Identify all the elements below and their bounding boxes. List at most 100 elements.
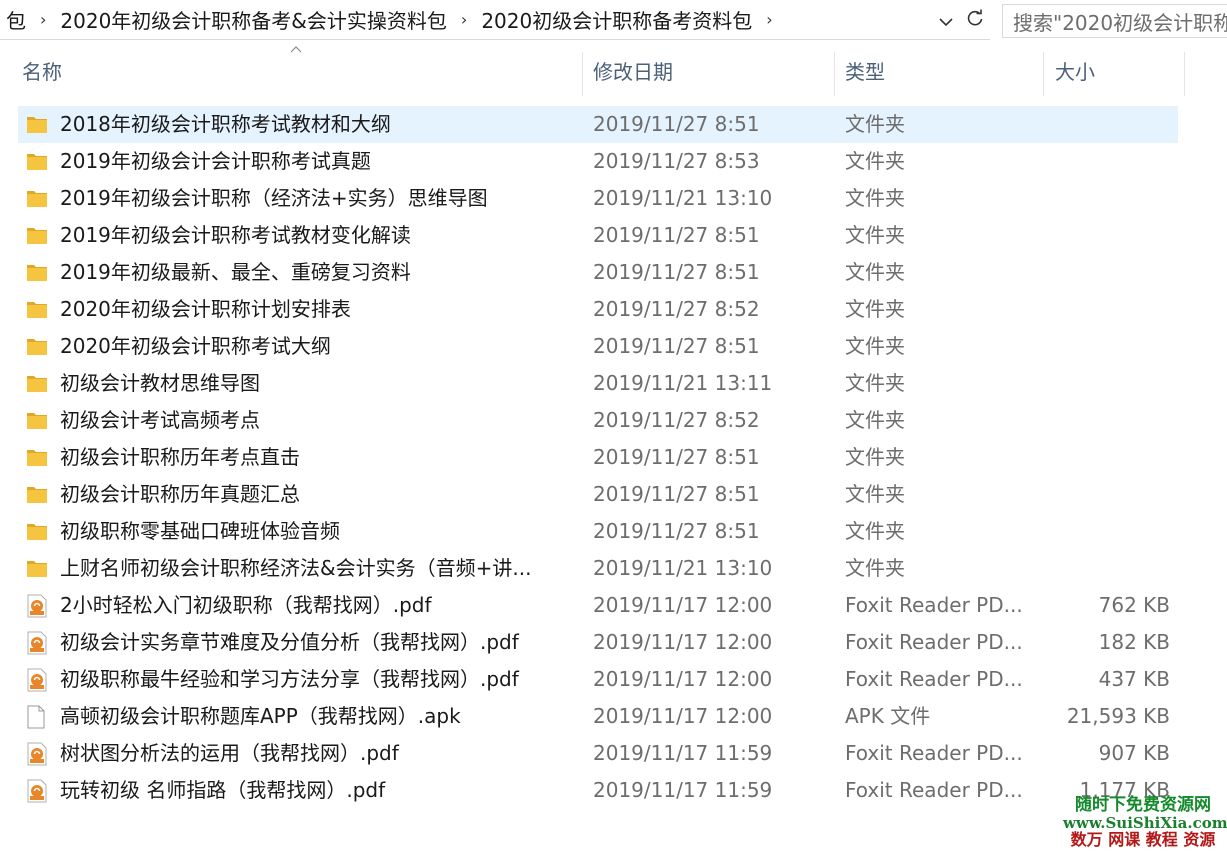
- address-bar[interactable]: 包 › 2020年初级会计职称备考&会计实操资料包 › 2020初级会计职称备考…: [0, 0, 990, 40]
- file-date: 2019/11/27 8:51: [593, 445, 760, 469]
- file-row[interactable]: 2小时轻松入门初级职称（我帮找网）.pdf 2019/11/17 12:00 Fox…: [18, 587, 1178, 624]
- column-divider[interactable]: [834, 52, 835, 96]
- folder-row[interactable]: 上财名师初级会计职称经济法&会计实务（音频+讲... 2019/11/21 13:…: [18, 550, 1178, 587]
- column-divider[interactable]: [1184, 52, 1185, 96]
- breadcrumb-separator-icon[interactable]: ›: [453, 10, 475, 29]
- file-name: 初级职称零基础口碑班体验音频: [60, 519, 340, 543]
- file-type: 文件夹: [845, 371, 905, 395]
- pdf-icon: [26, 631, 48, 655]
- file-row[interactable]: 初级会计实务章节难度及分值分析（我帮找网）.pdf 2019/11/17 12:0…: [18, 624, 1178, 661]
- file-type: 文件夹: [845, 482, 905, 506]
- file-date: 2019/11/27 8:51: [593, 223, 760, 247]
- file-date: 2019/11/27 8:52: [593, 297, 760, 321]
- column-divider[interactable]: [1043, 52, 1044, 96]
- file-date: 2019/11/21 13:11: [593, 371, 773, 395]
- folder-icon: [26, 150, 48, 174]
- column-header-type[interactable]: 类型: [845, 44, 1040, 96]
- column-header-size[interactable]: 大小: [1055, 44, 1175, 96]
- file-type: 文件夹: [845, 408, 905, 432]
- file-name: 初级会计考试高频考点: [60, 408, 260, 432]
- folder-icon: [26, 335, 48, 359]
- column-header-name[interactable]: 名称: [22, 44, 582, 96]
- folder-row[interactable]: 2019年初级会计会计职称考试真题 2019/11/27 8:53 文件夹: [18, 143, 1178, 180]
- column-divider[interactable]: [582, 52, 583, 96]
- folder-row[interactable]: 初级会计教材思维导图 2019/11/21 13:11 文件夹: [18, 365, 1178, 402]
- search-input[interactable]: 搜索"2020初级会计职称: [1002, 4, 1227, 38]
- column-header-row: 名称 修改日期 类型 大小: [0, 44, 1227, 96]
- folder-row[interactable]: 2019年初级会计职称（经济法+实务）思维导图 2019/11/21 13:10 文…: [18, 180, 1178, 217]
- folder-icon: [26, 446, 48, 470]
- file-row[interactable]: 玩转初级 名师指路（我帮找网）.pdf 2019/11/17 11:59 Foxit…: [18, 772, 1178, 809]
- folder-row[interactable]: 初级会计考试高频考点 2019/11/27 8:52 文件夹: [18, 402, 1178, 439]
- file-name: 高顿初级会计职称题库APP（我帮找网）.apk: [60, 704, 461, 728]
- breadcrumb-separator-icon[interactable]: ›: [758, 10, 780, 29]
- breadcrumb-separator-icon[interactable]: ›: [32, 10, 54, 29]
- file-name: 玩转初级 名师指路（我帮找网）.pdf: [60, 778, 386, 802]
- file-date: 2019/11/27 8:52: [593, 408, 760, 432]
- pdf-icon: [26, 594, 48, 618]
- watermark: 随时下免费资源网 www.SuiShiXia.com 数万 网课 教程 资源: [1063, 796, 1227, 849]
- folder-row[interactable]: 初级会计职称历年真题汇总 2019/11/27 8:51 文件夹: [18, 476, 1178, 513]
- folder-row[interactable]: 初级职称零基础口碑班体验音频 2019/11/27 8:51 文件夹: [18, 513, 1178, 550]
- watermark-line2: www.SuiShiXia.com: [1063, 813, 1227, 832]
- file-type: 文件夹: [845, 445, 905, 469]
- file-name: 2小时轻松入门初级职称（我帮找网）.pdf: [60, 593, 432, 617]
- file-date: 2019/11/27 8:51: [593, 482, 760, 506]
- folder-icon: [26, 520, 48, 544]
- file-type: Foxit Reader PD...: [845, 667, 1023, 691]
- breadcrumb-item[interactable]: 包: [0, 5, 32, 34]
- file-type: Foxit Reader PD...: [845, 630, 1023, 654]
- file-date: 2019/11/17 12:00: [593, 630, 773, 654]
- file-name: 初级职称最牛经验和学习方法分享（我帮找网）.pdf: [60, 667, 519, 691]
- column-header-type-label: 类型: [845, 59, 885, 84]
- folder-row[interactable]: 2019年初级最新、最全、重磅复习资料 2019/11/27 8:51 文件夹: [18, 254, 1178, 291]
- file-date: 2019/11/17 11:59: [593, 778, 773, 802]
- file-date: 2019/11/21 13:10: [593, 186, 773, 210]
- file-name: 2020年初级会计职称计划安排表: [60, 297, 351, 321]
- file-type: APK 文件: [845, 704, 931, 728]
- file-type: 文件夹: [845, 260, 905, 284]
- folder-icon: [26, 483, 48, 507]
- folder-row[interactable]: 2019年初级会计职称考试教材变化解读 2019/11/27 8:51 文件夹: [18, 217, 1178, 254]
- folder-row[interactable]: 初级会计职称历年考点直击 2019/11/27 8:51 文件夹: [18, 439, 1178, 476]
- folder-icon: [26, 298, 48, 322]
- file-date: 2019/11/17 12:00: [593, 704, 773, 728]
- column-header-date[interactable]: 修改日期: [593, 44, 833, 96]
- file-size: 21,593 KB: [1066, 704, 1170, 728]
- file-date: 2019/11/17 12:00: [593, 667, 773, 691]
- folder-icon: [26, 261, 48, 285]
- file-type: 文件夹: [845, 519, 905, 543]
- file-date: 2019/11/21 13:10: [593, 556, 773, 580]
- file-row[interactable]: 树状图分析法的运用（我帮找网）.pdf 2019/11/17 11:59 Foxit…: [18, 735, 1178, 772]
- breadcrumb-item[interactable]: 2020初级会计职称备考资料包: [475, 5, 758, 34]
- refresh-icon[interactable]: [966, 8, 984, 32]
- pdf-icon: [26, 779, 48, 803]
- file-type: 文件夹: [845, 334, 905, 358]
- folder-icon: [26, 557, 48, 581]
- file-size: 762 KB: [1098, 593, 1170, 617]
- column-header-name-label: 名称: [22, 59, 62, 84]
- file-row[interactable]: 初级职称最牛经验和学习方法分享（我帮找网）.pdf 2019/11/17 12:0…: [18, 661, 1178, 698]
- file-name: 2020年初级会计职称考试大纲: [60, 334, 331, 358]
- file-size: 182 KB: [1098, 630, 1170, 654]
- file-row[interactable]: 高顿初级会计职称题库APP（我帮找网）.apk 2019/11/17 12:00 A…: [18, 698, 1178, 735]
- search-placeholder: 搜索"2020初级会计职称: [1013, 10, 1227, 35]
- file-date: 2019/11/27 8:51: [593, 334, 760, 358]
- chevron-down-icon[interactable]: [938, 8, 953, 32]
- column-header-date-label: 修改日期: [593, 59, 673, 84]
- file-name: 2018年初级会计职称考试教材和大纲: [60, 112, 391, 136]
- file-name: 初级会计实务章节难度及分值分析（我帮找网）.pdf: [60, 630, 519, 654]
- file-name: 上财名师初级会计职称经济法&会计实务（音频+讲...: [60, 556, 532, 580]
- folder-row[interactable]: 2018年初级会计职称考试教材和大纲 2019/11/27 8:51 文件夹: [18, 106, 1178, 143]
- folder-row[interactable]: 2020年初级会计职称计划安排表 2019/11/27 8:52 文件夹: [18, 291, 1178, 328]
- file-date: 2019/11/27 8:51: [593, 112, 760, 136]
- file-icon: [26, 705, 48, 729]
- folder-icon: [26, 409, 48, 433]
- breadcrumb-item[interactable]: 2020年初级会计职称备考&会计实操资料包: [54, 5, 453, 34]
- file-name: 2019年初级会计职称考试教材变化解读: [60, 223, 411, 247]
- file-list: 2018年初级会计职称考试教材和大纲 2019/11/27 8:51 文件夹 2019…: [18, 106, 1178, 809]
- file-name: 初级会计职称历年真题汇总: [60, 482, 300, 506]
- file-name: 树状图分析法的运用（我帮找网）.pdf: [60, 741, 399, 765]
- folder-row[interactable]: 2020年初级会计职称考试大纲 2019/11/27 8:51 文件夹: [18, 328, 1178, 365]
- file-size: 437 KB: [1098, 667, 1170, 691]
